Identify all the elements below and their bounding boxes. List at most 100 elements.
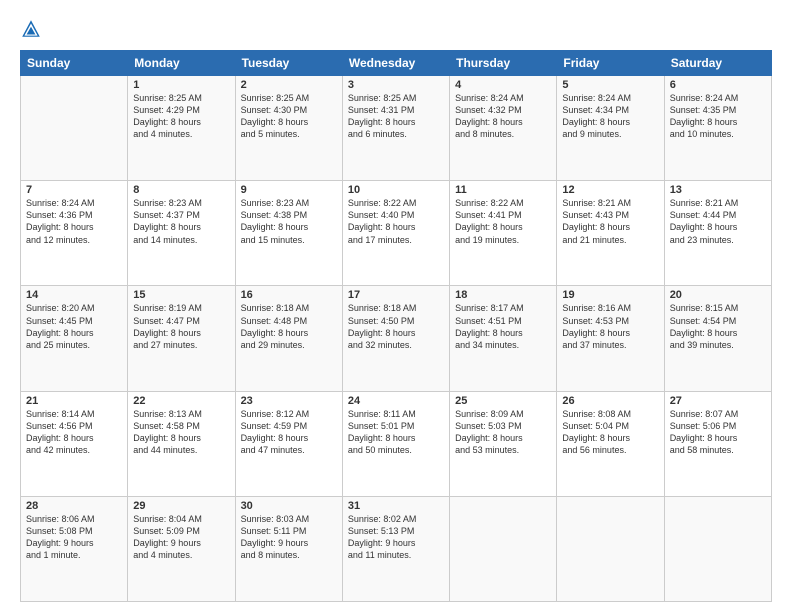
calendar-week-row: 21Sunrise: 8:14 AM Sunset: 4:56 PM Dayli… — [21, 391, 772, 496]
day-info: Sunrise: 8:24 AM Sunset: 4:35 PM Dayligh… — [670, 92, 766, 141]
calendar-week-row: 7Sunrise: 8:24 AM Sunset: 4:36 PM Daylig… — [21, 181, 772, 286]
calendar-cell: 9Sunrise: 8:23 AM Sunset: 4:38 PM Daylig… — [235, 181, 342, 286]
day-info: Sunrise: 8:12 AM Sunset: 4:59 PM Dayligh… — [241, 408, 337, 457]
day-number: 14 — [26, 289, 122, 301]
day-number: 20 — [670, 289, 766, 301]
day-info: Sunrise: 8:02 AM Sunset: 5:13 PM Dayligh… — [348, 513, 444, 562]
day-info: Sunrise: 8:24 AM Sunset: 4:32 PM Dayligh… — [455, 92, 551, 141]
calendar-cell: 30Sunrise: 8:03 AM Sunset: 5:11 PM Dayli… — [235, 496, 342, 601]
day-info: Sunrise: 8:13 AM Sunset: 4:58 PM Dayligh… — [133, 408, 229, 457]
day-number: 29 — [133, 500, 229, 512]
calendar-cell: 31Sunrise: 8:02 AM Sunset: 5:13 PM Dayli… — [342, 496, 449, 601]
day-info: Sunrise: 8:23 AM Sunset: 4:38 PM Dayligh… — [241, 197, 337, 246]
day-info: Sunrise: 8:21 AM Sunset: 4:44 PM Dayligh… — [670, 197, 766, 246]
day-info: Sunrise: 8:18 AM Sunset: 4:50 PM Dayligh… — [348, 302, 444, 351]
calendar-cell: 8Sunrise: 8:23 AM Sunset: 4:37 PM Daylig… — [128, 181, 235, 286]
day-number: 9 — [241, 184, 337, 196]
day-info: Sunrise: 8:18 AM Sunset: 4:48 PM Dayligh… — [241, 302, 337, 351]
calendar-header-wednesday: Wednesday — [342, 51, 449, 76]
day-number: 17 — [348, 289, 444, 301]
day-number: 5 — [562, 79, 658, 91]
day-number: 22 — [133, 395, 229, 407]
calendar-week-row: 1Sunrise: 8:25 AM Sunset: 4:29 PM Daylig… — [21, 76, 772, 181]
header — [20, 18, 772, 40]
day-info: Sunrise: 8:25 AM Sunset: 4:31 PM Dayligh… — [348, 92, 444, 141]
calendar-header-tuesday: Tuesday — [235, 51, 342, 76]
calendar-cell — [557, 496, 664, 601]
day-number: 31 — [348, 500, 444, 512]
calendar-cell: 20Sunrise: 8:15 AM Sunset: 4:54 PM Dayli… — [664, 286, 771, 391]
calendar-cell — [21, 76, 128, 181]
logo-icon — [20, 18, 42, 40]
day-info: Sunrise: 8:08 AM Sunset: 5:04 PM Dayligh… — [562, 408, 658, 457]
day-info: Sunrise: 8:22 AM Sunset: 4:40 PM Dayligh… — [348, 197, 444, 246]
day-number: 1 — [133, 79, 229, 91]
calendar-week-row: 28Sunrise: 8:06 AM Sunset: 5:08 PM Dayli… — [21, 496, 772, 601]
calendar-cell: 5Sunrise: 8:24 AM Sunset: 4:34 PM Daylig… — [557, 76, 664, 181]
day-info: Sunrise: 8:25 AM Sunset: 4:29 PM Dayligh… — [133, 92, 229, 141]
day-number: 19 — [562, 289, 658, 301]
calendar-cell: 27Sunrise: 8:07 AM Sunset: 5:06 PM Dayli… — [664, 391, 771, 496]
calendar-cell: 18Sunrise: 8:17 AM Sunset: 4:51 PM Dayli… — [450, 286, 557, 391]
day-number: 28 — [26, 500, 122, 512]
day-number: 23 — [241, 395, 337, 407]
calendar-cell: 26Sunrise: 8:08 AM Sunset: 5:04 PM Dayli… — [557, 391, 664, 496]
calendar-cell: 13Sunrise: 8:21 AM Sunset: 4:44 PM Dayli… — [664, 181, 771, 286]
day-number: 30 — [241, 500, 337, 512]
calendar-cell: 28Sunrise: 8:06 AM Sunset: 5:08 PM Dayli… — [21, 496, 128, 601]
calendar-header-saturday: Saturday — [664, 51, 771, 76]
calendar-header-monday: Monday — [128, 51, 235, 76]
day-number: 10 — [348, 184, 444, 196]
page: SundayMondayTuesdayWednesdayThursdayFrid… — [0, 0, 792, 612]
calendar-cell: 14Sunrise: 8:20 AM Sunset: 4:45 PM Dayli… — [21, 286, 128, 391]
day-number: 11 — [455, 184, 551, 196]
calendar-header-row: SundayMondayTuesdayWednesdayThursdayFrid… — [21, 51, 772, 76]
calendar-cell: 21Sunrise: 8:14 AM Sunset: 4:56 PM Dayli… — [21, 391, 128, 496]
day-info: Sunrise: 8:25 AM Sunset: 4:30 PM Dayligh… — [241, 92, 337, 141]
calendar-cell: 25Sunrise: 8:09 AM Sunset: 5:03 PM Dayli… — [450, 391, 557, 496]
logo — [20, 18, 46, 40]
calendar-cell: 29Sunrise: 8:04 AM Sunset: 5:09 PM Dayli… — [128, 496, 235, 601]
day-number: 8 — [133, 184, 229, 196]
calendar-header-thursday: Thursday — [450, 51, 557, 76]
day-info: Sunrise: 8:24 AM Sunset: 4:36 PM Dayligh… — [26, 197, 122, 246]
day-number: 21 — [26, 395, 122, 407]
day-info: Sunrise: 8:14 AM Sunset: 4:56 PM Dayligh… — [26, 408, 122, 457]
calendar-cell: 1Sunrise: 8:25 AM Sunset: 4:29 PM Daylig… — [128, 76, 235, 181]
calendar-header-friday: Friday — [557, 51, 664, 76]
day-info: Sunrise: 8:17 AM Sunset: 4:51 PM Dayligh… — [455, 302, 551, 351]
day-number: 12 — [562, 184, 658, 196]
calendar-cell — [664, 496, 771, 601]
day-number: 3 — [348, 79, 444, 91]
day-info: Sunrise: 8:07 AM Sunset: 5:06 PM Dayligh… — [670, 408, 766, 457]
day-info: Sunrise: 8:19 AM Sunset: 4:47 PM Dayligh… — [133, 302, 229, 351]
calendar-cell: 10Sunrise: 8:22 AM Sunset: 4:40 PM Dayli… — [342, 181, 449, 286]
day-info: Sunrise: 8:20 AM Sunset: 4:45 PM Dayligh… — [26, 302, 122, 351]
day-number: 2 — [241, 79, 337, 91]
day-number: 26 — [562, 395, 658, 407]
day-number: 6 — [670, 79, 766, 91]
calendar-cell: 15Sunrise: 8:19 AM Sunset: 4:47 PM Dayli… — [128, 286, 235, 391]
calendar-cell: 6Sunrise: 8:24 AM Sunset: 4:35 PM Daylig… — [664, 76, 771, 181]
calendar-cell: 19Sunrise: 8:16 AM Sunset: 4:53 PM Dayli… — [557, 286, 664, 391]
calendar-cell: 24Sunrise: 8:11 AM Sunset: 5:01 PM Dayli… — [342, 391, 449, 496]
calendar-header-sunday: Sunday — [21, 51, 128, 76]
calendar-cell: 17Sunrise: 8:18 AM Sunset: 4:50 PM Dayli… — [342, 286, 449, 391]
day-info: Sunrise: 8:23 AM Sunset: 4:37 PM Dayligh… — [133, 197, 229, 246]
day-number: 13 — [670, 184, 766, 196]
day-number: 25 — [455, 395, 551, 407]
calendar-cell: 22Sunrise: 8:13 AM Sunset: 4:58 PM Dayli… — [128, 391, 235, 496]
calendar-week-row: 14Sunrise: 8:20 AM Sunset: 4:45 PM Dayli… — [21, 286, 772, 391]
day-info: Sunrise: 8:06 AM Sunset: 5:08 PM Dayligh… — [26, 513, 122, 562]
calendar-cell: 7Sunrise: 8:24 AM Sunset: 4:36 PM Daylig… — [21, 181, 128, 286]
calendar-cell — [450, 496, 557, 601]
calendar-table: SundayMondayTuesdayWednesdayThursdayFrid… — [20, 50, 772, 602]
day-number: 7 — [26, 184, 122, 196]
day-number: 24 — [348, 395, 444, 407]
calendar-cell: 3Sunrise: 8:25 AM Sunset: 4:31 PM Daylig… — [342, 76, 449, 181]
calendar-cell: 11Sunrise: 8:22 AM Sunset: 4:41 PM Dayli… — [450, 181, 557, 286]
calendar-cell: 2Sunrise: 8:25 AM Sunset: 4:30 PM Daylig… — [235, 76, 342, 181]
day-info: Sunrise: 8:03 AM Sunset: 5:11 PM Dayligh… — [241, 513, 337, 562]
day-number: 4 — [455, 79, 551, 91]
day-info: Sunrise: 8:15 AM Sunset: 4:54 PM Dayligh… — [670, 302, 766, 351]
